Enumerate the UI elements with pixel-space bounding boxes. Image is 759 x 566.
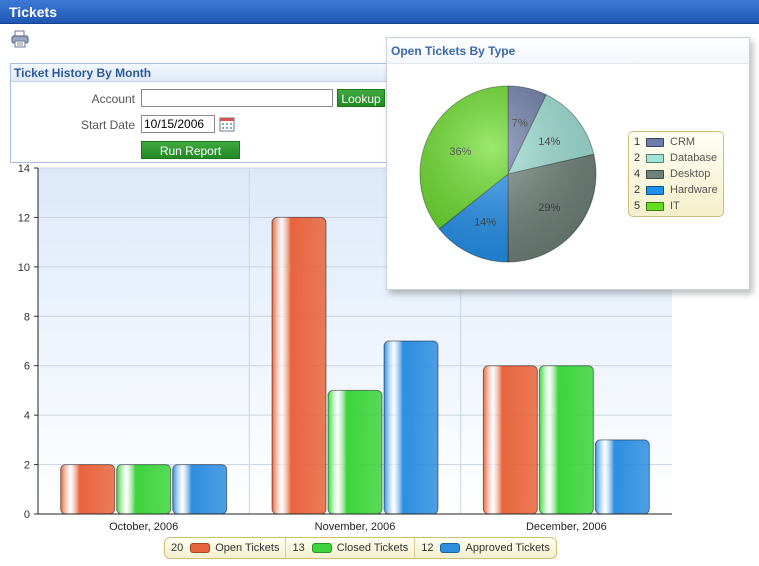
pie-legend-count: 2	[634, 152, 641, 164]
lookup-button[interactable]: Lookup	[337, 89, 385, 107]
account-label: Account	[91, 92, 135, 106]
calendar-icon[interactable]	[219, 116, 235, 132]
right-edge	[750, 24, 759, 563]
y-tick-label: 12	[18, 212, 30, 224]
legend-total: 13	[292, 542, 305, 554]
printer-icon[interactable]	[10, 30, 30, 48]
legend-label: Open Tickets	[215, 542, 280, 554]
pie-legend-label: IT	[670, 200, 680, 212]
pie-legend-item: 4 Desktop	[629, 166, 723, 182]
window-title-bar: Tickets	[0, 0, 759, 24]
pie-legend-label: Hardware	[670, 184, 718, 196]
pie-legend-item: 2 Hardware	[629, 182, 723, 198]
start-date-label: Start Date	[80, 118, 135, 132]
pie-chart-legend: 1 CRM 2 Database 4 Desktop 2 Hardware 5 IT	[628, 131, 724, 217]
bar-open-tickets[interactable]	[482, 365, 538, 515]
bar-closed-tickets[interactable]	[327, 389, 383, 515]
pie-legend-label: Desktop	[670, 168, 711, 180]
pie-slice-label: 29%	[538, 202, 560, 214]
legend-total: 12	[421, 542, 434, 554]
open-tickets-by-type-panel: Open Tickets By Type 7% 14% 29% 14% 36% 1 CRM…	[386, 37, 750, 290]
bar-open-tickets[interactable]	[60, 464, 116, 515]
window-title: Tickets	[9, 4, 57, 20]
legend-item: 20 Open Tickets	[165, 538, 287, 558]
bar-closed-tickets[interactable]	[538, 365, 594, 515]
bar-approved-tickets[interactable]	[594, 439, 650, 515]
bar-open-tickets[interactable]	[271, 216, 327, 515]
pie-legend-count: 2	[634, 184, 641, 196]
pie-legend-item: 1 CRM	[629, 134, 723, 150]
legend-total: 20	[171, 542, 184, 554]
y-tick-label: 2	[24, 460, 30, 472]
pie-slice-label: 7%	[512, 118, 528, 130]
pie-legend-count: 4	[634, 168, 641, 180]
pie-legend-count: 5	[634, 200, 641, 212]
pie-legend-count: 1	[634, 136, 641, 148]
y-tick-label: 8	[24, 311, 30, 323]
legend-item: 12 Approved Tickets	[415, 538, 556, 558]
ticket-history-title: Ticket History By Month	[11, 64, 389, 82]
pie-chart-title: Open Tickets By Type	[387, 38, 749, 64]
ticket-history-panel: Ticket History By Month Account Lookup S…	[10, 63, 390, 163]
y-tick-label: 10	[18, 262, 30, 274]
x-tick-label: December, 2006	[526, 521, 607, 533]
legend-swatch	[440, 543, 461, 553]
y-tick-label: 14	[18, 163, 30, 175]
legend-swatch	[311, 543, 332, 553]
y-tick-label: 6	[24, 361, 30, 373]
pie-slice-label: 36%	[449, 146, 471, 158]
pie-legend-swatch	[646, 137, 664, 147]
bar-approved-tickets[interactable]	[172, 464, 228, 515]
pie-legend-swatch	[646, 201, 664, 211]
legend-label: Closed Tickets	[336, 542, 409, 554]
legend-swatch	[190, 543, 211, 553]
legend-item: 13 Closed Tickets	[286, 538, 416, 558]
bar-approved-tickets[interactable]	[383, 340, 439, 515]
bar-chart-legend: 20 Open Tickets 13 Closed Tickets 12 Approved…	[164, 537, 557, 559]
pie-legend-swatch	[646, 185, 664, 195]
pie-legend-item: 5 IT	[629, 198, 723, 214]
run-report-button[interactable]: Run Report	[141, 141, 240, 159]
bar-closed-tickets[interactable]	[116, 464, 172, 515]
y-tick-label: 4	[24, 410, 30, 422]
pie-legend-label: Database	[670, 152, 718, 164]
pie-legend-label: CRM	[670, 136, 696, 148]
pie-legend-swatch	[646, 169, 664, 179]
x-tick-label: October, 2006	[109, 521, 178, 533]
account-input[interactable]	[141, 89, 333, 107]
legend-label: Approved Tickets	[465, 542, 550, 554]
start-date-input[interactable]: 10/15/2006	[141, 115, 215, 133]
pie-slice-label: 14%	[538, 136, 560, 148]
pie-slice-label: 14%	[474, 217, 496, 229]
y-tick-label: 0	[24, 509, 30, 521]
x-tick-label: November, 2006	[315, 521, 396, 533]
pie-legend-swatch	[646, 153, 664, 163]
pie-legend-item: 2 Database	[629, 150, 723, 166]
